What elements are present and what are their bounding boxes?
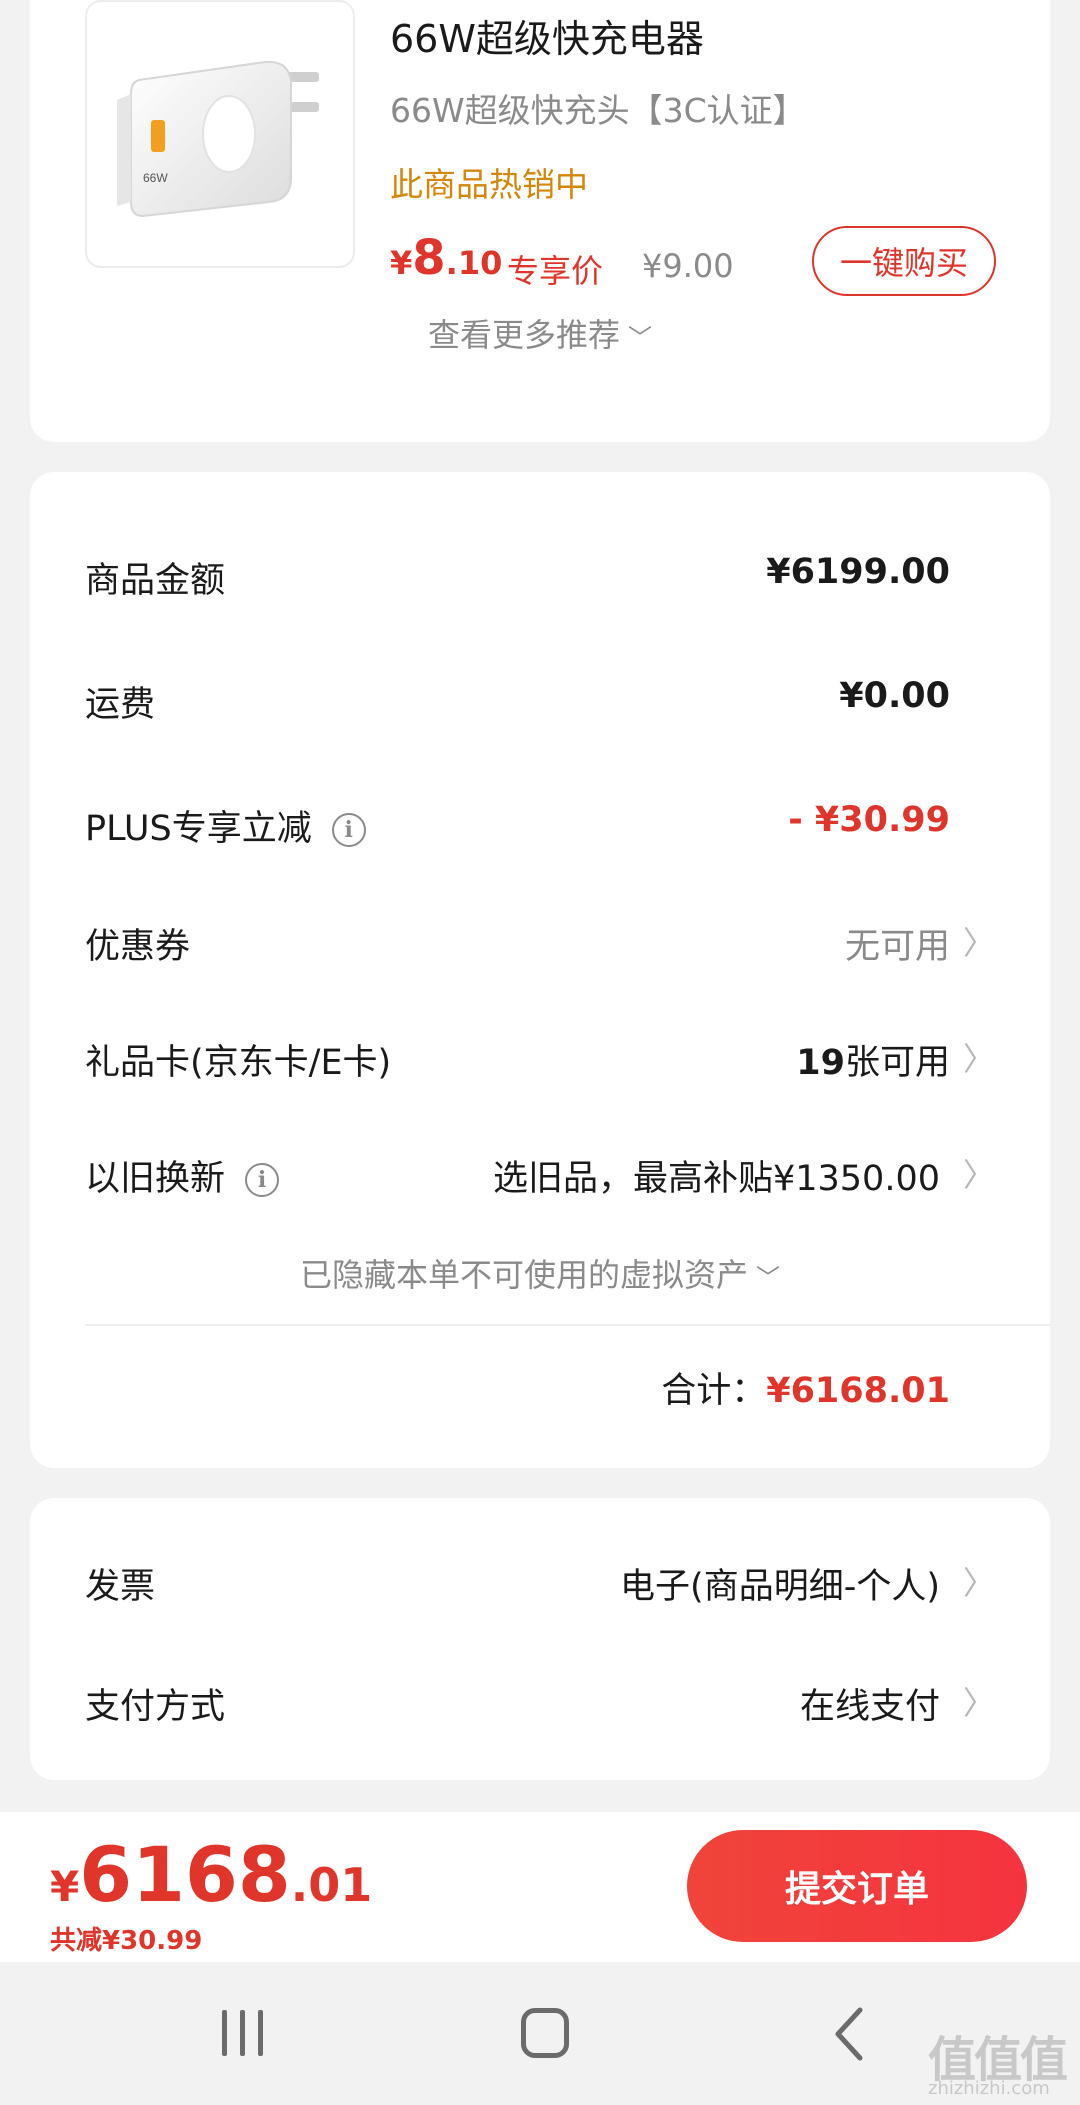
goods-amount-value: ¥6199.00 xyxy=(766,552,950,592)
row-plus-discount: PLUS专享立减 i - ¥30.99 xyxy=(85,790,995,850)
info-icon[interactable]: i xyxy=(331,813,366,847)
gift-card-count: 19 xyxy=(796,1043,845,1083)
shipping-value: ¥0.00 xyxy=(839,676,950,716)
gift-card-suffix: 张可用 xyxy=(844,1043,950,1083)
payment-method-value: 在线支付 xyxy=(799,1687,940,1727)
chevron-right-icon: 〉 xyxy=(962,1564,995,1602)
price-decimal: .10 xyxy=(445,244,503,282)
checkout-currency: ¥ xyxy=(50,1862,80,1911)
checkout-price: ¥6168.01 xyxy=(50,1830,372,1919)
charger-image: 66W xyxy=(117,60,319,218)
coupon-value: 无可用 xyxy=(844,927,950,967)
row-trade-in[interactable]: 以旧换新 i 选旧品，最高补贴¥1350.00 〉 xyxy=(85,1140,995,1200)
plus-discount-value: - ¥30.99 xyxy=(788,800,950,840)
trade-in-value: 选旧品，最高补贴¥1350.00 xyxy=(492,1159,940,1199)
watermark-url: zhizhizhi.com xyxy=(928,2078,1050,2099)
trade-in-label: 以旧换新 xyxy=(85,1159,226,1199)
row-payment-method[interactable]: 支付方式 在线支付 〉 xyxy=(85,1668,995,1728)
more-recommend-link[interactable]: 查看更多推荐 ﹀ xyxy=(30,310,1050,356)
checkout-bar: ¥6168.01 共减¥30.99 提交订单 xyxy=(0,1812,1080,1962)
gift-card-label: 礼品卡(京东卡/E卡) xyxy=(85,1043,392,1083)
submit-order-button[interactable]: 提交订单 xyxy=(687,1830,1027,1942)
order-total: 合计：¥6168.01 xyxy=(661,1362,950,1413)
checkout-price-decimal: .01 xyxy=(290,1858,373,1912)
hot-sale-tag: 此商品热销中 xyxy=(390,165,588,204)
coupon-label: 优惠券 xyxy=(85,927,191,967)
member-price-label: 专享价 xyxy=(507,252,604,290)
hidden-assets-toggle[interactable]: 已隐藏本单不可使用的虚拟资产 ﹀ xyxy=(30,1250,1050,1296)
product-thumbnail[interactable]: 66W xyxy=(85,0,355,268)
divider xyxy=(85,1324,1050,1326)
original-price: ¥9.00 xyxy=(642,247,734,285)
one-click-buy-button[interactable]: 一键购买 xyxy=(812,226,996,296)
chevron-right-icon: 〉 xyxy=(962,1040,995,1078)
row-shipping: 运费 ¥0.00 xyxy=(85,666,995,726)
recents-icon[interactable] xyxy=(220,2010,266,2056)
chevron-down-icon: ﹀ xyxy=(756,1264,780,1292)
chevron-right-icon: 〉 xyxy=(962,1156,995,1194)
product-price: ¥8.10 xyxy=(390,230,502,286)
row-invoice[interactable]: 发票 电子(商品明细-个人) 〉 xyxy=(85,1548,995,1608)
product-recommend-card: 66W 66W超级快充电器 66W超级快充头【3C认证】 此商品热销中 ¥8.1… xyxy=(30,0,1050,442)
system-nav-bar xyxy=(0,1962,1080,2105)
shipping-label: 运费 xyxy=(85,685,156,725)
total-value: ¥6168.01 xyxy=(766,1371,950,1411)
order-amount-card: 商品金额 ¥6199.00 运费 ¥0.00 PLUS专享立减 i - ¥30.9… xyxy=(30,472,1050,1468)
product-title[interactable]: 66W超级快充电器 xyxy=(390,8,704,63)
invoice-label: 发票 xyxy=(85,1567,156,1607)
home-icon[interactable] xyxy=(521,2008,569,2058)
row-gift-card[interactable]: 礼品卡(京东卡/E卡) 19张可用 〉 xyxy=(85,1024,995,1084)
payment-method-label: 支付方式 xyxy=(85,1687,226,1727)
price-integer: 8 xyxy=(412,230,446,286)
chevron-right-icon: 〉 xyxy=(962,924,995,962)
goods-amount-label: 商品金额 xyxy=(85,561,226,601)
more-recommend-label: 查看更多推荐 xyxy=(427,316,620,354)
checkout-price-integer: 6168 xyxy=(79,1830,291,1919)
total-savings: 共减¥30.99 xyxy=(50,1926,203,1956)
row-goods-amount: 商品金额 ¥6199.00 xyxy=(85,542,995,602)
total-label: 合计： xyxy=(661,1371,767,1411)
price-currency: ¥ xyxy=(390,244,413,282)
back-icon[interactable] xyxy=(830,2006,870,2062)
info-icon[interactable]: i xyxy=(245,1163,280,1197)
hidden-assets-label: 已隐藏本单不可使用的虚拟资产 xyxy=(299,1256,748,1294)
row-coupon[interactable]: 优惠券 无可用 〉 xyxy=(85,908,995,968)
plus-discount-label: PLUS专享立减 xyxy=(85,809,312,849)
invoice-value: 电子(商品明细-个人) xyxy=(620,1567,940,1607)
charger-label: 66W xyxy=(143,171,168,185)
product-subtitle: 66W超级快充头【3C认证】 xyxy=(390,91,806,130)
chevron-right-icon: 〉 xyxy=(962,1684,995,1722)
invoice-payment-card: 发票 电子(商品明细-个人) 〉 支付方式 在线支付 〉 xyxy=(30,1498,1050,1780)
chevron-down-icon: ﹀ xyxy=(628,324,652,352)
